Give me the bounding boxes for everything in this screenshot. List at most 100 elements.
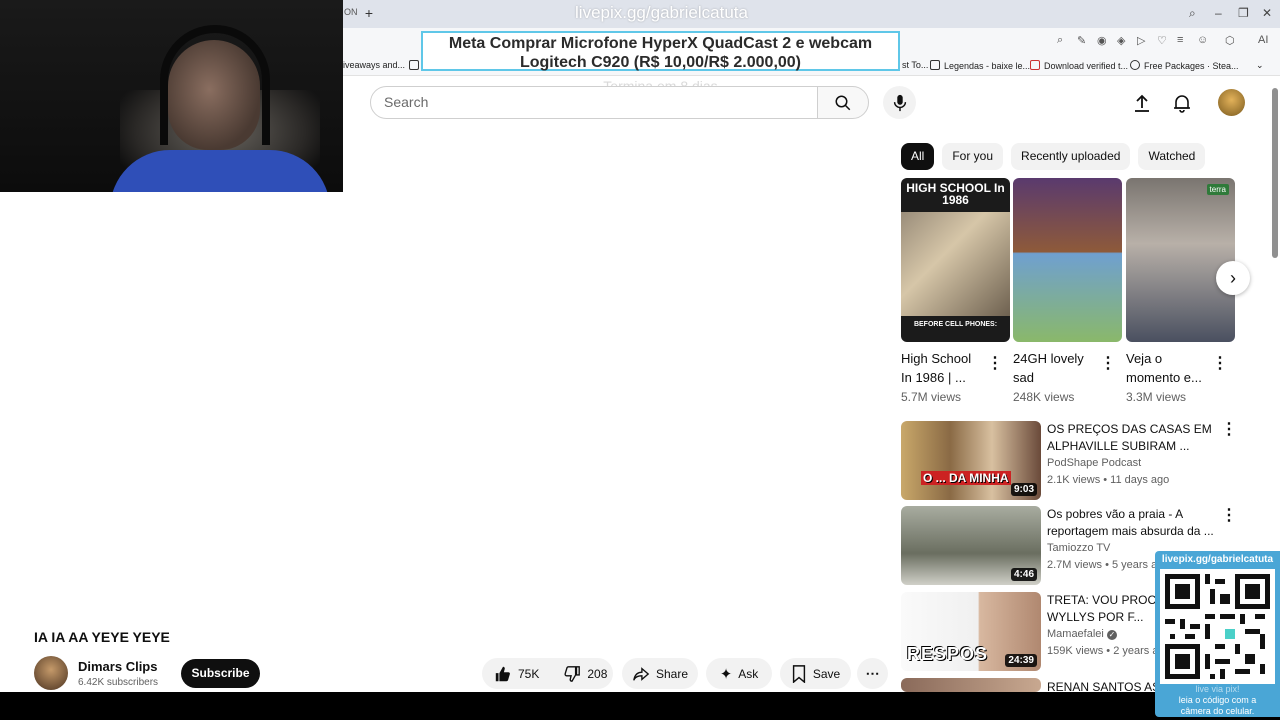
like-dislike-group: 75K 208 bbox=[482, 658, 613, 689]
channel-name-main[interactable]: Dimars Clips bbox=[78, 659, 157, 674]
subscribe-button[interactable]: Subscribe bbox=[181, 659, 260, 688]
share-icon bbox=[633, 666, 650, 681]
short-title[interactable]: Veja o momento e... bbox=[1126, 349, 1206, 387]
thumbs-up-icon bbox=[495, 666, 510, 681]
search-tabs-icon[interactable]: ⌕ bbox=[1189, 6, 1196, 21]
filter-chips: All For you Recently uploaded Watched bbox=[901, 143, 1206, 170]
more-actions-button[interactable]: ⋯ bbox=[857, 658, 888, 689]
shorts-next-button[interactable]: › bbox=[1216, 261, 1250, 295]
shield-icon[interactable]: ◈ bbox=[1117, 34, 1125, 47]
bookmark-item[interactable]: Download verified t... bbox=[1030, 60, 1128, 71]
goal-line-2: Logitech C920 (R$ 10,00/R$ 2.000,00) bbox=[519, 54, 802, 71]
bookmark-item[interactable]: st To... bbox=[902, 60, 928, 70]
heart-icon[interactable]: ♡ bbox=[1157, 34, 1167, 47]
save-button[interactable]: Save bbox=[780, 658, 851, 689]
play-icon[interactable]: ▷ bbox=[1137, 34, 1145, 47]
sparkle-icon: ✦ bbox=[719, 665, 733, 683]
like-count: 75K bbox=[518, 666, 540, 681]
video-title[interactable]: OS PREÇOS DAS CASAS EM ALPHAVILLE SUBIRA… bbox=[1047, 421, 1217, 455]
thumb-caption: RESPOS bbox=[907, 644, 989, 664]
more-options-icon[interactable]: ⋮ bbox=[1219, 420, 1239, 440]
channel-name[interactable]: Mamaefalei ✓ bbox=[1047, 628, 1117, 640]
microphone-icon bbox=[893, 94, 906, 111]
zoom-icon[interactable]: ⌕ bbox=[1057, 34, 1063, 47]
search-icon bbox=[835, 95, 851, 110]
maximize-icon[interactable]: ❐ bbox=[1238, 6, 1249, 20]
bookmark-item[interactable]: iveaways and... bbox=[343, 60, 405, 70]
bookmark-item[interactable]: Legendas - baixe le... bbox=[930, 60, 1030, 71]
video-duration: 4:46 bbox=[1010, 568, 1037, 581]
qr-footer: live via pix! leia o código com a câmera… bbox=[1178, 684, 1257, 716]
more-options-icon[interactable]: ⋮ bbox=[1219, 506, 1239, 526]
video-thumbnail[interactable]: O ... DA MINHA 9:03 bbox=[901, 421, 1041, 500]
video-duration: 9:03 bbox=[1010, 483, 1037, 496]
voice-search-button[interactable] bbox=[883, 86, 916, 119]
video-meta: 2.1K views • 11 days ago bbox=[1047, 474, 1170, 486]
subtitle-icon bbox=[930, 60, 940, 70]
short-thumbnail[interactable]: HIGH SCHOOL In 1986 BEFORE CELL PHONES: bbox=[901, 178, 1010, 342]
streamer-face bbox=[168, 40, 260, 150]
camera-icon[interactable]: ◉ bbox=[1097, 34, 1107, 47]
chip-all[interactable]: All bbox=[901, 143, 935, 170]
ask-button[interactable]: ✦ Ask bbox=[706, 658, 772, 689]
short-thumbnail[interactable]: terra bbox=[1126, 178, 1235, 342]
dislike-count: 208 bbox=[587, 666, 608, 681]
share-button[interactable]: Share bbox=[622, 658, 698, 689]
notifications-button[interactable] bbox=[1169, 90, 1195, 116]
bookmarks-more-icon[interactable]: ⌄ bbox=[1256, 60, 1264, 71]
channel-avatar[interactable] bbox=[34, 656, 68, 690]
chip-watched[interactable]: Watched bbox=[1138, 143, 1206, 170]
goal-line-1: Meta Comprar Microfone HyperX QuadCast 2… bbox=[448, 35, 873, 52]
thumbs-down-icon bbox=[564, 665, 581, 682]
subscriber-count: 6.42K subscribers bbox=[78, 677, 159, 688]
like-button[interactable]: 75K bbox=[482, 658, 551, 689]
video-thumbnail[interactable] bbox=[901, 678, 1041, 692]
video-meta: 2.7M views • 5 years ago bbox=[1047, 559, 1170, 571]
profile-icon[interactable]: ☺ bbox=[1197, 34, 1208, 46]
close-icon[interactable]: ✕ bbox=[1262, 6, 1272, 20]
menu-icon[interactable]: ≡ bbox=[1177, 34, 1183, 46]
video-player-area[interactable] bbox=[0, 192, 343, 692]
bookmark-item[interactable]: Free Packages · Stea... bbox=[1130, 60, 1239, 71]
account-avatar[interactable] bbox=[1218, 89, 1245, 116]
short-title[interactable]: High School In 1986 | ... bbox=[901, 349, 981, 387]
short-title[interactable]: 24GH lovely sad bbox=[1013, 349, 1093, 387]
qr-header: livepix.gg/gabrielcatuta bbox=[1161, 554, 1274, 565]
bottom-black-bar bbox=[0, 692, 1280, 720]
search-input[interactable]: Search bbox=[370, 86, 818, 119]
video-title[interactable]: Os pobres vão a praia - A reportagem mai… bbox=[1047, 506, 1217, 540]
webcam-feed bbox=[0, 0, 343, 192]
short-views: 3.3M views bbox=[1126, 390, 1187, 404]
scrollbar[interactable] bbox=[1272, 88, 1278, 258]
more-options-icon[interactable]: ⋮ bbox=[1098, 354, 1118, 374]
channel-name[interactable]: Tamiozzo TV bbox=[1047, 542, 1110, 554]
channel-name[interactable]: PodShape Podcast bbox=[1047, 457, 1141, 469]
video-meta: 159K views • 2 years ago bbox=[1047, 645, 1171, 657]
bookmark-icon bbox=[792, 664, 805, 683]
more-options-icon[interactable]: ⋮ bbox=[985, 354, 1005, 374]
minimize-icon[interactable]: – bbox=[1215, 6, 1222, 20]
video-thumbnail[interactable]: RESPOS 24:39 bbox=[901, 592, 1041, 671]
short-views: 248K views bbox=[1013, 390, 1075, 404]
extension-icon[interactable]: ⬡ bbox=[1225, 34, 1235, 47]
donation-goal-box: Meta Comprar Microfone HyperX QuadCast 2… bbox=[421, 31, 900, 71]
bell-icon bbox=[1174, 95, 1190, 113]
video-thumbnail[interactable]: 4:46 bbox=[901, 506, 1041, 585]
ai-assistant[interactable]: AI bbox=[1258, 34, 1268, 46]
upload-button[interactable] bbox=[1129, 90, 1155, 116]
verified-icon: ✓ bbox=[1106, 630, 1117, 640]
more-options-icon[interactable]: ⋮ bbox=[1210, 354, 1230, 374]
download-icon bbox=[1030, 60, 1040, 70]
short-thumbnail[interactable] bbox=[1013, 178, 1122, 342]
dislike-button[interactable]: 208 bbox=[551, 658, 619, 689]
short-views: 5.7M views bbox=[901, 390, 962, 404]
short-thumb-caption: BEFORE CELL PHONES: bbox=[913, 321, 998, 328]
qr-code bbox=[1160, 569, 1275, 684]
video-duration: 24:39 bbox=[1005, 654, 1037, 667]
upload-icon bbox=[1135, 94, 1149, 112]
edit-icon[interactable]: ✎ bbox=[1077, 34, 1086, 47]
search-button[interactable] bbox=[817, 86, 869, 119]
chip-recently-uploaded[interactable]: Recently uploaded bbox=[1011, 143, 1131, 170]
terra-logo: terra bbox=[1206, 184, 1229, 195]
chip-for-you[interactable]: For you bbox=[942, 143, 1004, 170]
